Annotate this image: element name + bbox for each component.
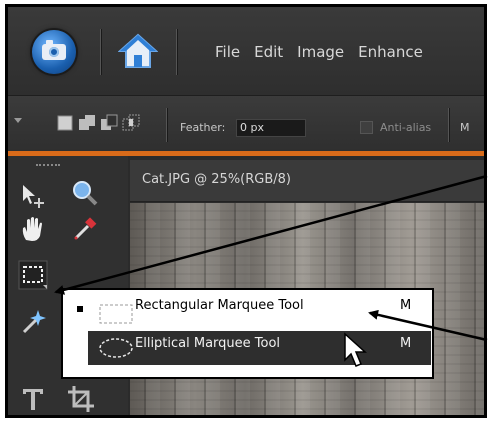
selected-bullet-icon	[77, 306, 83, 312]
photo-camera-icon[interactable]	[32, 30, 76, 74]
menu-enhance[interactable]: Enhance	[358, 43, 423, 61]
magic-wand-tool-icon[interactable]	[18, 306, 48, 336]
rectangular-marquee-icon	[99, 304, 133, 324]
new-selection-icon[interactable]	[56, 114, 74, 132]
menu-file[interactable]: File	[215, 43, 240, 61]
main-menu: File Edit Image Enhance	[215, 43, 423, 61]
document-tab[interactable]: Cat.JPG @ 25%(RGB/8)	[130, 160, 484, 202]
flyout-item-rectangular-marquee[interactable]: Rectangular Marquee Tool M	[88, 293, 431, 327]
tool-options-bar: Feather: 0 px Anti-alias M	[8, 95, 484, 151]
flyout-item-label: Elliptical Marquee Tool	[135, 336, 281, 351]
toolbox-grip[interactable]	[36, 164, 60, 167]
elliptical-marquee-icon	[99, 338, 133, 358]
menu-bar: File Edit Image Enhance	[8, 7, 484, 95]
eyedropper-tool-icon[interactable]	[70, 214, 100, 244]
rectangular-marquee-tool-icon[interactable]	[17, 259, 49, 291]
antialias-label: Anti-alias	[380, 121, 432, 134]
antialias-checkbox[interactable]	[360, 121, 373, 134]
zoom-tool-icon[interactable]	[70, 178, 100, 208]
flyout-item-shortcut: M	[400, 298, 412, 313]
crop-tool-icon[interactable]	[66, 384, 96, 414]
feather-label: Feather:	[180, 121, 226, 134]
feather-input[interactable]: 0 px	[236, 119, 306, 137]
marquee-tool-flyout: Rectangular Marquee Tool M Elliptical Ma…	[61, 288, 434, 379]
menu-image[interactable]: Image	[297, 43, 344, 61]
menu-separator	[100, 29, 101, 75]
flyout-item-elliptical-marquee[interactable]: Elliptical Marquee Tool M	[88, 331, 431, 365]
mode-label: M	[460, 121, 470, 134]
type-tool-icon[interactable]	[18, 384, 48, 414]
move-tool-icon[interactable]	[18, 181, 48, 211]
mouse-cursor-icon	[344, 332, 367, 367]
document-title: Cat.JPG @ 25%(RGB/8)	[142, 172, 291, 187]
options-separator	[166, 108, 167, 142]
intersect-selection-icon[interactable]	[122, 114, 140, 132]
home-icon[interactable]	[118, 31, 158, 71]
flyout-item-shortcut: M	[400, 336, 412, 351]
flyout-item-label: Rectangular Marquee Tool	[135, 298, 304, 313]
chevron-down-icon[interactable]	[14, 118, 22, 123]
add-to-selection-icon[interactable]	[78, 114, 96, 132]
hand-tool-icon[interactable]	[18, 214, 48, 244]
menu-separator	[176, 29, 177, 75]
subtract-from-selection-icon[interactable]	[100, 114, 118, 132]
options-separator	[448, 108, 449, 142]
menu-edit[interactable]: Edit	[254, 43, 283, 61]
